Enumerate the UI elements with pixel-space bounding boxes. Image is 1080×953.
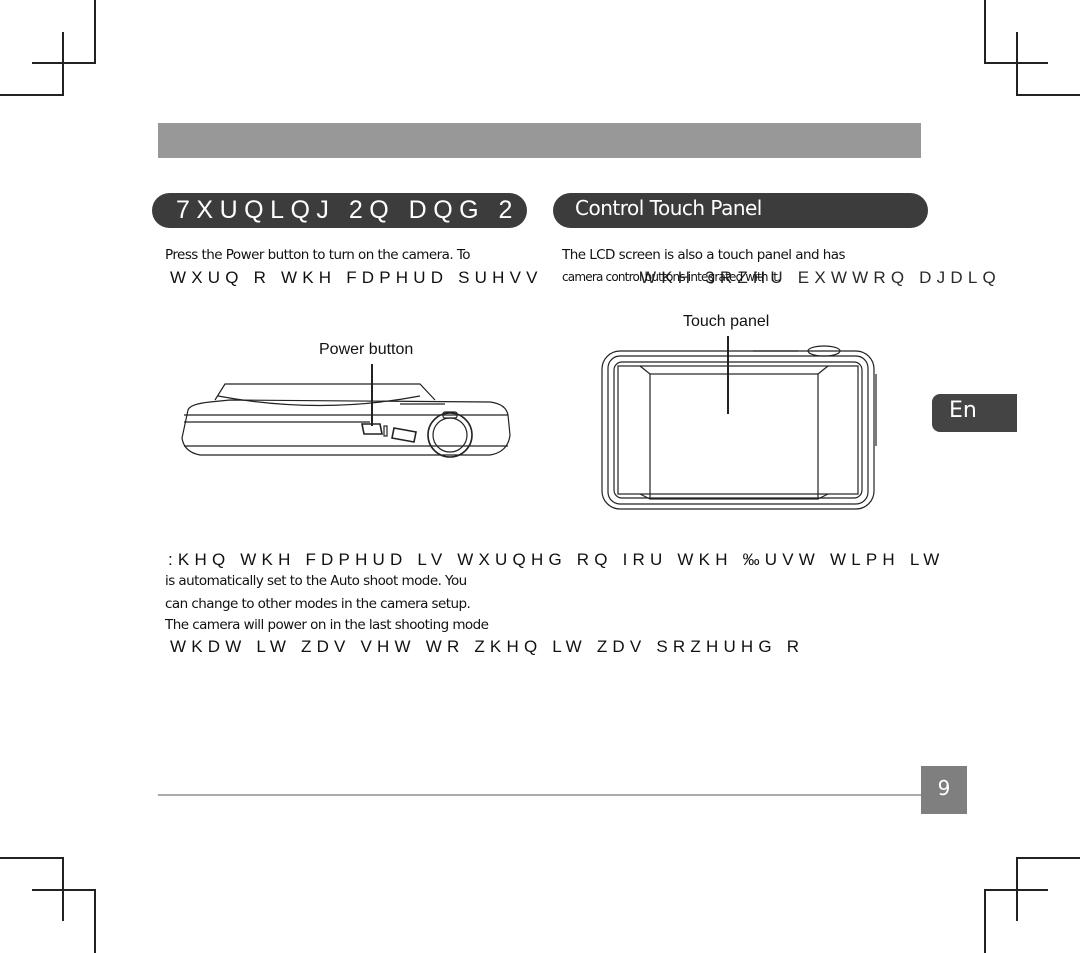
note-line: The camera will power on in the last sho… — [165, 617, 489, 633]
language-tab: En — [932, 394, 1017, 432]
crop-mark — [984, 0, 986, 64]
page-number: 9 — [937, 776, 951, 800]
note-line: is automatically set to the Auto shoot m… — [165, 573, 467, 589]
section-title: Control Touch Panel — [575, 196, 762, 220]
section-heading-turning-on-off: 7XUQLQJ 2Q DQG 2 — [152, 193, 527, 228]
power-button-label: Power button — [319, 341, 414, 358]
crop-mark — [32, 62, 96, 64]
note-line: :KHQ WKH FDPHUD LV WXUQHG RQ IRU WKH ‰UV… — [168, 550, 945, 569]
footer-divider — [158, 794, 921, 796]
note-line: can change to other modes in the camera … — [165, 596, 471, 612]
header-bar — [158, 123, 921, 158]
crop-mark — [0, 94, 64, 96]
crop-mark — [94, 0, 96, 64]
paragraph-line: The LCD screen is also a touch panel and… — [562, 247, 845, 263]
note-line: WKDW LW ZDV VHW WR ZKHQ LW ZDV SRZHUHG R — [170, 637, 805, 656]
crop-mark — [984, 889, 986, 953]
crop-mark — [94, 889, 96, 953]
paragraph-line: WKH 3RZHU EXWWRQ DJDLQ — [640, 268, 1001, 287]
camera-back-view-illustration — [601, 336, 877, 510]
language-label: En — [949, 398, 977, 423]
section-heading-control-touch-panel: Control Touch Panel — [553, 193, 928, 228]
page-number-badge: 9 — [921, 766, 967, 814]
crop-mark — [0, 857, 64, 859]
touch-panel-label: Touch panel — [683, 313, 770, 330]
crop-mark — [1016, 857, 1080, 859]
section-title: 7XUQLQJ 2Q DQG 2 — [176, 196, 519, 224]
crop-mark — [1016, 94, 1080, 96]
paragraph-line: WXUQ R WKH FDPHUD SUHVV — [170, 268, 543, 287]
crop-mark — [1016, 32, 1018, 96]
crop-mark — [62, 32, 64, 96]
crop-mark — [32, 889, 96, 891]
paragraph-line: Press the Power button to turn on the ca… — [165, 247, 471, 263]
crop-mark — [984, 889, 1048, 891]
camera-top-view-illustration — [181, 364, 511, 458]
